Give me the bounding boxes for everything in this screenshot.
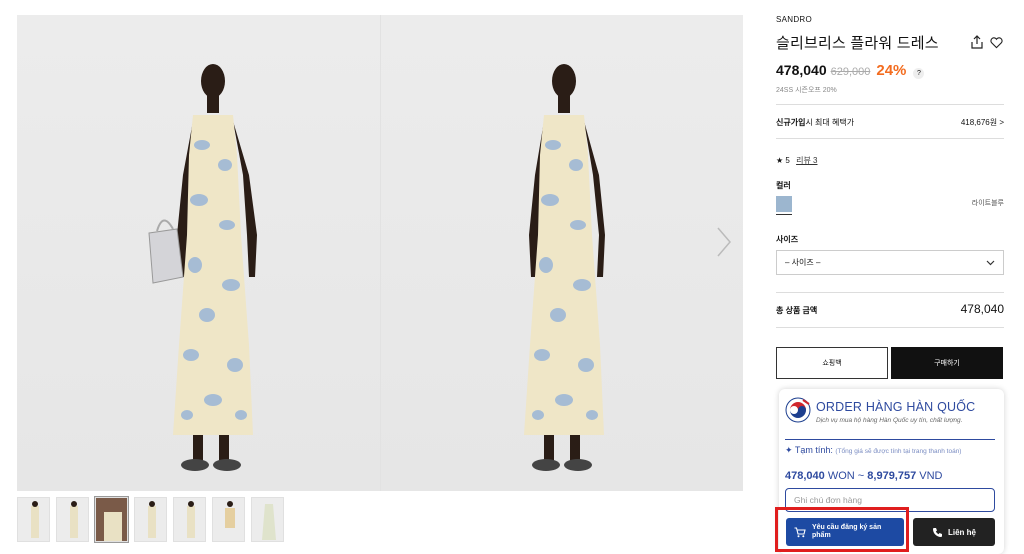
buy-now-button[interactable]: 구매하기: [891, 347, 1003, 379]
request-product-button[interactable]: Yêu cầu đăng ký sản phẩm: [786, 518, 904, 546]
chevron-right-icon[interactable]: [708, 222, 738, 262]
divider: [785, 439, 995, 440]
product-photo-secondary[interactable]: [380, 15, 743, 491]
thumbnail-7[interactable]: [251, 497, 284, 542]
rating-star: ★ 5: [776, 156, 790, 165]
product-photo-main[interactable]: [17, 15, 380, 491]
estimate-note: (Tổng giá sẽ được tính tại trang thanh t…: [835, 448, 962, 455]
thumbnail-6[interactable]: [212, 497, 245, 542]
product-title: 슬리브리스 플라워 드레스: [776, 35, 939, 52]
color-label: 컬러: [776, 181, 791, 190]
won-unit: WON: [827, 470, 855, 482]
thumbnail-5[interactable]: [173, 497, 206, 542]
swatch-selected-indicator: [776, 214, 792, 215]
estimate-label: Tạm tính:: [794, 445, 833, 455]
help-icon[interactable]: ?: [913, 68, 925, 79]
model-with-bag-image: [148, 64, 257, 471]
sparkle-icon: ✦: [785, 445, 793, 455]
order-title: ORDER HÀNG HÀN QUỐC: [816, 400, 976, 414]
thumbnail-2[interactable]: [56, 497, 89, 542]
model-front-image: [524, 64, 605, 471]
member-benefit-row[interactable]: 신규가입시 최대 혜택가 418,676원 >: [776, 117, 1004, 128]
divider: [776, 327, 1004, 328]
thumbnail-4[interactable]: [134, 497, 167, 542]
price-won: 478,040: [785, 470, 825, 482]
thumbnail-strip: [17, 496, 284, 543]
price-row: 478,040 629,000 24% ?: [776, 62, 925, 79]
thumbnail-1[interactable]: [17, 497, 50, 542]
tilde-separator: ~: [857, 470, 865, 482]
size-select-value: – 사이즈 –: [785, 258, 821, 267]
request-product-label: Yêu cầu đăng ký sản phẩm: [812, 524, 882, 539]
chevron-down-icon: [986, 260, 995, 265]
benefit-label-bold: 신규가입: [776, 118, 806, 127]
sale-price: 478,040: [776, 62, 827, 78]
original-price: 629,000: [830, 66, 871, 78]
review-link[interactable]: 리뷰 3: [796, 156, 817, 165]
brand-name: SANDRO: [776, 15, 813, 24]
selected-color-name: 라이트블루: [971, 200, 1004, 207]
share-icon[interactable]: [970, 35, 984, 49]
benefit-value: 418,676원 >: [960, 118, 1004, 127]
divider: [776, 292, 1004, 293]
color-swatch[interactable]: [776, 196, 792, 212]
contact-button[interactable]: Liên hệ: [913, 518, 995, 546]
size-select[interactable]: – 사이즈 –: [776, 250, 1004, 275]
cart-icon: [794, 526, 806, 537]
product-gallery: [17, 15, 743, 491]
total-value: 478,040: [960, 302, 1004, 316]
korea-flag-logo-icon: [785, 397, 811, 423]
discount-rate: 24%: [876, 62, 907, 79]
benefit-label: 시 최대 혜택가: [805, 118, 855, 127]
thumbnail-3[interactable]: [94, 496, 129, 543]
rating: ★ 5 리뷰 3: [776, 155, 817, 166]
shopping-bag-button[interactable]: 쇼핑백: [776, 347, 888, 379]
phone-icon: [932, 527, 942, 537]
season-note: 24SS 시즌오프 20%: [776, 87, 837, 94]
divider: [776, 138, 1004, 139]
estimate-row: ✦ Tạm tính: (Tổng giá sẽ được tính tại t…: [785, 445, 997, 457]
vnd-unit: VND: [919, 470, 943, 482]
heart-icon[interactable]: [990, 36, 1003, 49]
total-label: 총 상품 금액: [776, 306, 818, 315]
size-label: 사이즈: [776, 235, 799, 244]
estimate-price: 478,040 WON ~ 8,979,757 VND: [785, 470, 943, 482]
price-vnd: 8,979,757: [867, 470, 917, 482]
order-subtitle: Dịch vụ mua hộ hàng Hàn Quốc uy tín, chấ…: [816, 417, 963, 424]
contact-label: Liên hệ: [947, 527, 976, 537]
divider: [776, 104, 1004, 105]
